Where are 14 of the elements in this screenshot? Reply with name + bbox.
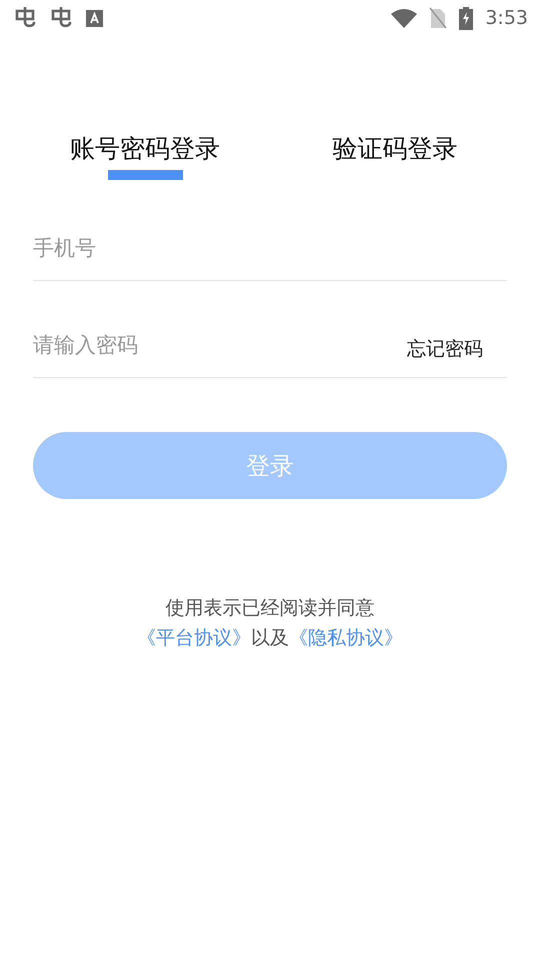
text-notification-icon: [86, 10, 103, 26]
login-tab[interactable]: 验证码登录: [270, 132, 520, 180]
app-notification-icon: [50, 7, 74, 29]
battery-charging-icon: [459, 6, 474, 30]
no-sim-icon: [429, 7, 448, 29]
app-notification-icon: [14, 7, 38, 29]
agreement-text: 使用表示已经阅读并同意: [166, 596, 374, 621]
phone-input-field[interactable]: 手机号: [33, 236, 507, 260]
password-input-field[interactable]: 请输入密码: [33, 333, 407, 357]
login-tab[interactable]: 账号密码登录: [20, 132, 270, 180]
status-time: 3:53: [485, 7, 528, 29]
wifi-icon: [391, 8, 418, 28]
forgot-password-link[interactable]: 忘记密码: [407, 336, 483, 362]
conjunction-text: 以及: [251, 626, 289, 651]
